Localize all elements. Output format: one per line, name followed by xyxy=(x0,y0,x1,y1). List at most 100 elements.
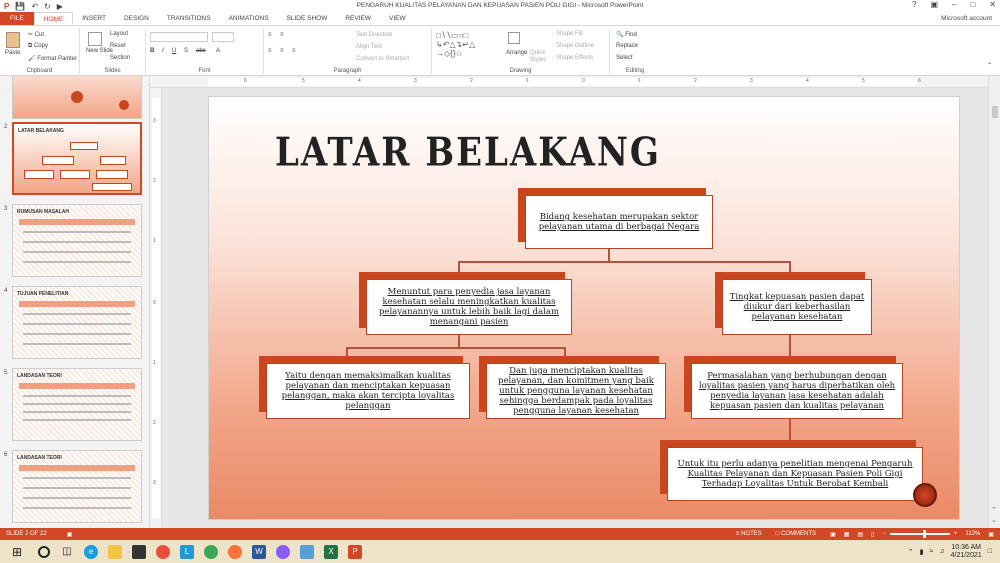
normal-view-icon[interactable]: ▣ xyxy=(830,531,836,538)
photos-icon[interactable] xyxy=(300,544,314,559)
quick-styles-button[interactable]: Quick Styles xyxy=(530,50,552,64)
align-text-button[interactable]: Align Text xyxy=(356,44,382,50)
convert-smartart-button[interactable]: Convert to SmartArt xyxy=(356,56,409,62)
thumbnail-slide-3[interactable]: RUMUSAN MASALAH xyxy=(12,204,142,277)
spellcheck-icon[interactable]: ▣ xyxy=(67,531,73,538)
fit-slide-icon[interactable]: ▣ xyxy=(988,531,994,538)
collapse-ribbon-icon[interactable]: ⌃ xyxy=(987,62,992,69)
tab-file[interactable]: FILE xyxy=(0,12,34,25)
box-low-1[interactable]: Yaitu dengan memaksimalkan kualitas pela… xyxy=(266,363,470,419)
underline-icon[interactable]: U xyxy=(172,48,176,54)
scrollbar-thumb[interactable] xyxy=(992,106,998,118)
reading-view-icon[interactable]: ▤ xyxy=(857,531,863,538)
network-icon[interactable]: ≈ xyxy=(930,548,934,555)
box-mid-left[interactable]: Menuntut para penyedia jasa layanan kese… xyxy=(366,279,572,335)
numbering-icon[interactable]: ≡ xyxy=(280,32,284,38)
bold-icon[interactable]: B xyxy=(150,48,154,54)
tab-slide-show[interactable]: SLIDE SHOW xyxy=(278,12,337,25)
arrange-icon[interactable] xyxy=(508,32,520,44)
replace-button[interactable]: Replace xyxy=(616,43,638,49)
zoom-level[interactable]: 113% xyxy=(965,531,980,537)
strikethrough-icon[interactable]: abc xyxy=(196,48,206,54)
file-explorer-icon[interactable] xyxy=(108,544,122,559)
copy-button[interactable]: ⧉ Copy xyxy=(28,43,48,50)
current-slide[interactable]: LATAR BELAKANG Bidang kesehatan merupaka… xyxy=(208,96,960,520)
previous-slide-icon[interactable]: ⌃ xyxy=(991,506,997,514)
tab-design[interactable]: DESIGN xyxy=(115,12,158,25)
maximize-icon[interactable]: □ xyxy=(970,0,975,9)
slide-title[interactable]: LATAR BELAKANG xyxy=(275,130,661,176)
notifications-icon[interactable]: □ xyxy=(988,548,992,555)
layout-button[interactable]: Layout xyxy=(110,31,128,37)
paste-icon[interactable] xyxy=(6,32,20,48)
word-icon[interactable]: W xyxy=(252,544,266,559)
app-l-icon[interactable]: L xyxy=(180,544,194,559)
shape-effects-button[interactable]: Shape Effects xyxy=(556,55,593,61)
font-color-icon[interactable]: A xyxy=(216,48,220,54)
edge-icon[interactable]: e xyxy=(84,544,98,559)
select-button[interactable]: Select xyxy=(616,55,633,61)
tab-view[interactable]: VIEW xyxy=(380,12,415,25)
notes-button[interactable]: ≡ NOTES xyxy=(736,531,762,537)
zoom-out-icon[interactable]: − xyxy=(882,531,886,537)
clock[interactable]: 10:36 AM 4/21/2021 xyxy=(951,544,982,560)
minimize-icon[interactable]: – xyxy=(952,0,956,9)
shapes-gallery[interactable]: □∖∖▭○□ ↳↶△↴↵△ →◇{}☆ xyxy=(436,31,502,61)
thumbnail-slide-4[interactable]: TUJUAN PENELITIAN xyxy=(12,286,142,359)
align-left-icon[interactable]: ≡ xyxy=(268,48,272,54)
find-button[interactable]: 🔍 Find xyxy=(616,31,637,38)
font-name-field[interactable] xyxy=(150,32,208,42)
zoom-slider[interactable] xyxy=(889,530,950,538)
task-view-icon[interactable]: ◫ xyxy=(60,545,74,559)
format-painter-button[interactable]: 🖌 Format Painter xyxy=(28,55,77,62)
vertical-scrollbar[interactable]: ⌃ ⌄ xyxy=(988,76,1000,528)
search-icon[interactable] xyxy=(38,545,50,558)
account-button[interactable]: Microsoft account xyxy=(941,15,992,22)
section-button[interactable]: Section xyxy=(110,55,130,61)
tab-home[interactable]: HOME xyxy=(33,12,74,25)
firefox-icon[interactable] xyxy=(228,544,242,559)
center-icon[interactable]: ≡ xyxy=(280,48,284,54)
new-slide-icon[interactable] xyxy=(88,32,102,46)
thumbnail-slide-1[interactable] xyxy=(12,76,142,119)
zoom-in-icon[interactable]: + xyxy=(954,531,958,537)
volume-icon[interactable]: ♫ xyxy=(939,548,944,555)
bullets-icon[interactable]: ≡ xyxy=(268,32,272,38)
align-right-icon[interactable]: ≡ xyxy=(292,48,296,54)
slideshow-view-icon[interactable]: ▯ xyxy=(871,531,874,538)
help-icon[interactable]: ? xyxy=(912,0,916,9)
chrome-alt-icon[interactable] xyxy=(204,544,218,559)
new-slide-button[interactable]: New Slide xyxy=(86,48,113,54)
comments-button[interactable]: □ COMMENTS xyxy=(776,531,816,537)
box-mid-right[interactable]: Tingkat kepuasan pasien dapat diukur dar… xyxy=(722,279,872,335)
browser-icon[interactable] xyxy=(276,544,290,559)
chrome-icon[interactable] xyxy=(156,544,170,559)
font-size-field[interactable] xyxy=(212,32,234,42)
slide-sorter-icon[interactable]: ▦ xyxy=(844,531,850,538)
text-direction-button[interactable]: Text Direction xyxy=(356,32,392,38)
excel-icon[interactable]: X xyxy=(324,544,338,559)
arrange-button[interactable]: Arrange xyxy=(506,50,527,56)
ribbon-display-icon[interactable]: ▣ xyxy=(930,0,938,9)
box-top[interactable]: Bidang kesehatan merupakan sektor pelaya… xyxy=(525,195,713,249)
powerpoint-icon[interactable]: P xyxy=(348,544,362,559)
paste-button[interactable]: Paste xyxy=(5,50,20,56)
shape-outline-button[interactable]: Shape Outline xyxy=(556,43,594,49)
thumbnail-slide-6[interactable]: LANDASAN TEORI xyxy=(12,450,142,523)
windows-start-icon[interactable]: ⊞ xyxy=(10,545,24,559)
tab-transitions[interactable]: TRANSITIONS xyxy=(158,12,220,25)
tab-animations[interactable]: ANIMATIONS xyxy=(220,12,278,25)
box-low-3[interactable]: Permasalahan yang berhubungan dengan loy… xyxy=(691,363,903,419)
shadow-icon[interactable]: S xyxy=(184,48,188,54)
zoom-slider-handle[interactable] xyxy=(922,530,926,538)
thumbnail-slide-5[interactable]: LANDASAN TEORI xyxy=(12,368,142,441)
italic-icon[interactable]: I xyxy=(162,48,164,54)
box-bottom[interactable]: Untuk itu perlu adanya penelitian mengen… xyxy=(667,447,923,501)
close-icon[interactable]: ✕ xyxy=(989,0,996,9)
cut-button[interactable]: ✂ Cut xyxy=(28,31,44,38)
reset-button[interactable]: Reset xyxy=(110,43,126,49)
tab-insert[interactable]: INSERT xyxy=(73,12,115,25)
box-low-2[interactable]: Dan juga menciptakan kualitas pelayanan,… xyxy=(486,363,666,419)
thumbnail-slide-2[interactable]: LATAR BELAKANG xyxy=(12,122,142,195)
chevron-up-icon[interactable]: ⌃ xyxy=(908,548,914,556)
